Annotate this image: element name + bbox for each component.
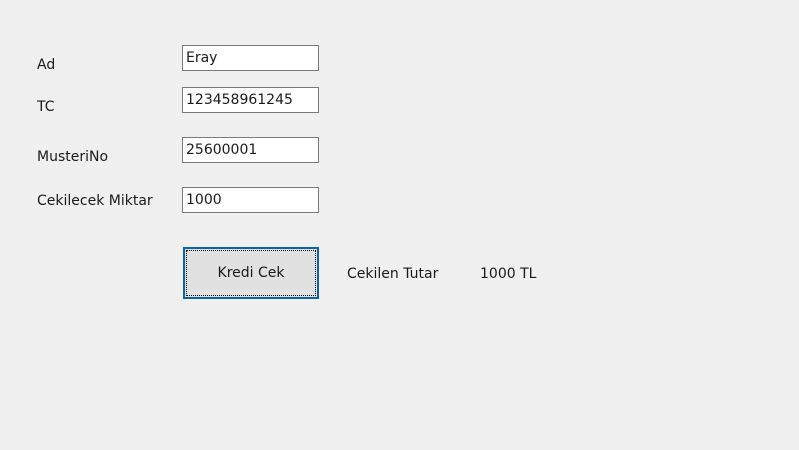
ad-input[interactable] (182, 45, 319, 71)
miktar-input[interactable] (182, 187, 319, 213)
miktar-label: Cekilecek Miktar (37, 193, 153, 209)
musterino-input[interactable] (182, 137, 319, 163)
musterino-label: MusteriNo (37, 149, 109, 165)
kredi-cek-button[interactable]: Kredi Cek (183, 247, 319, 299)
result-label: Cekilen Tutar (347, 266, 439, 282)
tc-label: TC (37, 99, 55, 115)
tc-input[interactable] (182, 87, 319, 113)
result-value: 1000 TL (480, 266, 537, 282)
ad-label: Ad (37, 57, 56, 73)
